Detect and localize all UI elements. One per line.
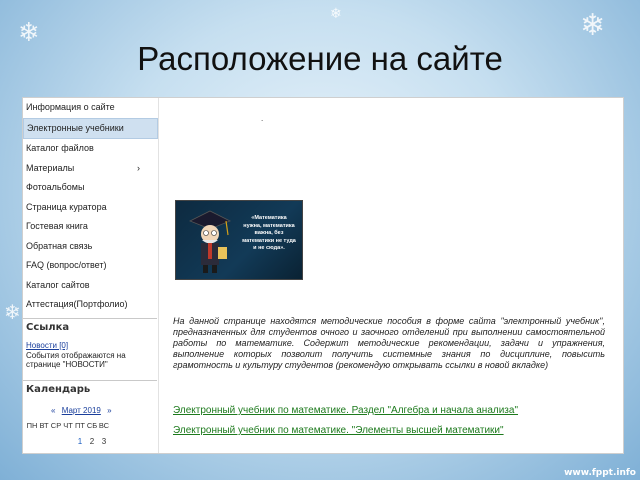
divider xyxy=(23,380,157,381)
content-marker: . xyxy=(261,114,264,123)
calendar-day[interactable]: 2 xyxy=(86,437,98,446)
weekday-label: ПТ xyxy=(75,421,85,430)
textbook-link-algebra[interactable]: Электронный учебник по математике. Разде… xyxy=(173,405,518,416)
menu-item-materials[interactable]: Материалы › xyxy=(23,159,158,179)
calendar-heading: Календарь xyxy=(26,384,91,395)
page-description: На данной странице находятся методически… xyxy=(173,316,605,370)
sidebar: Информация о сайте Электронные учебники … xyxy=(23,98,159,453)
weekday-label: ВТ xyxy=(39,421,49,430)
professor-icon xyxy=(189,210,231,273)
main-content: . «Математика нужна, математика важна, б… xyxy=(159,98,623,453)
chevron-right-icon: › xyxy=(137,162,140,173)
menu-item-site-info[interactable]: Информация о сайте xyxy=(23,98,158,118)
weekday-label: ВС xyxy=(98,421,110,430)
weekday-label: СБ xyxy=(86,421,98,430)
link-section: Новости [0] События отображаются на стра… xyxy=(26,341,154,370)
calendar-days: 123 xyxy=(26,437,110,446)
weekday-label: ЧТ xyxy=(63,421,73,430)
news-note: События отображаются на странице "НОВОСТ… xyxy=(26,350,126,370)
calendar-prev-button[interactable]: « xyxy=(51,406,55,415)
quote-text: «Математика нужна, математика важна, без… xyxy=(242,215,296,251)
menu-item-faq[interactable]: FAQ (вопрос/ответ) xyxy=(23,256,158,276)
textbook-link-higher-math[interactable]: Электронный учебник по математике. "Элем… xyxy=(173,425,504,436)
slide-title: Расположение на сайте xyxy=(137,40,503,77)
watermark: www.fppt.info xyxy=(564,468,636,478)
calendar-day[interactable]: 1 xyxy=(74,437,86,446)
menu-item-e-textbooks[interactable]: Электронные учебники xyxy=(23,117,158,139)
weekday-label: СР xyxy=(50,421,62,430)
menu-item-site-catalog[interactable]: Каталог сайтов xyxy=(23,276,158,296)
menu-item-file-catalog[interactable]: Каталог файлов xyxy=(23,139,158,159)
calendar-month-link[interactable]: Март 2019 xyxy=(62,406,101,415)
weekday-label: ПН xyxy=(26,421,38,430)
divider xyxy=(23,318,157,319)
menu-item-guestbook[interactable]: Гостевая книга xyxy=(23,217,158,237)
menu-item-attestation[interactable]: Аттестация(Портфолио) xyxy=(23,295,158,315)
calendar-weekdays: ПН ВТ СР ЧТ ПТ СБ ВС xyxy=(26,421,110,430)
menu-item-photo-albums[interactable]: Фотоальбомы xyxy=(23,178,158,198)
snowflake-icon: ❄ xyxy=(330,6,342,22)
news-link[interactable]: Новости [0] xyxy=(26,341,154,351)
quote-image: «Математика нужна, математика важна, без… xyxy=(175,200,303,280)
link-section-heading: Ссылка xyxy=(26,322,70,333)
calendar-day[interactable]: 3 xyxy=(98,437,110,446)
snowflake-icon: ❄ xyxy=(4,300,21,324)
menu-item-curator-page[interactable]: Страница куратора xyxy=(23,198,158,218)
snowflake-icon: ❄ xyxy=(580,8,606,43)
calendar-nav: « Март 2019 » xyxy=(51,406,116,415)
sidebar-menu: Информация о сайте Электронные учебники … xyxy=(23,98,158,315)
site-screenshot: Информация о сайте Электронные учебники … xyxy=(22,97,624,454)
menu-item-feedback[interactable]: Обратная связь xyxy=(23,237,158,257)
calendar-next-button[interactable]: » xyxy=(107,406,111,415)
